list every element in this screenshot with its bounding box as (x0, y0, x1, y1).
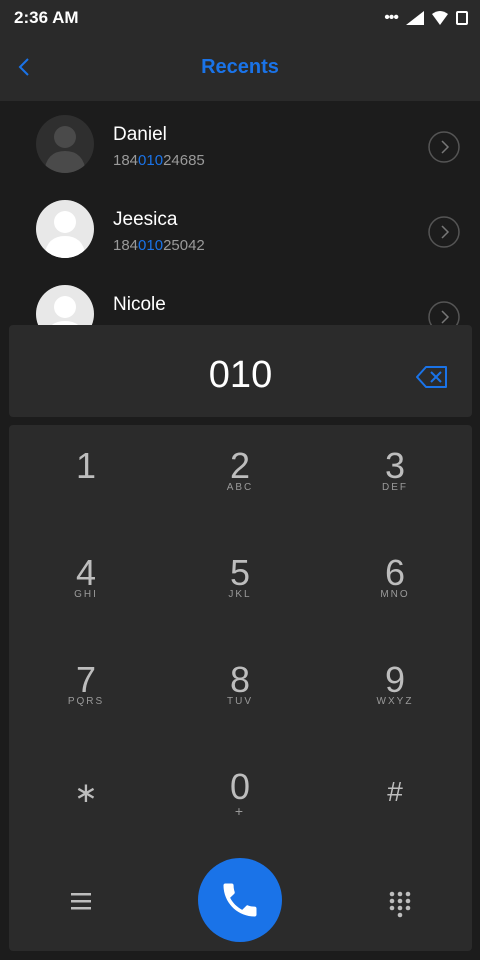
key-2[interactable]: 2 ABC (163, 425, 317, 532)
key-letters: + (234, 803, 246, 819)
key-3[interactable]: 3 DEF (318, 425, 472, 532)
page-title: Recents (201, 56, 279, 78)
key-8[interactable]: 8 TUV (163, 639, 317, 746)
call-button[interactable] (198, 858, 282, 942)
key-9[interactable]: 9 WXYZ (318, 639, 472, 746)
status-time: 2:36 AM (14, 8, 79, 27)
contact-row-jeesica[interactable]: Jeesica 18401025042 (0, 186, 480, 271)
key-letters: PQRS (67, 696, 105, 707)
recents-list: Daniel 18401024685 Jeesica 18401025042 N… (0, 101, 480, 325)
key-6[interactable]: 6 MNO (318, 532, 472, 639)
dialpad-icon[interactable] (388, 890, 412, 918)
chevron-right-circle-icon[interactable] (428, 301, 460, 325)
key-digit: 4 (75, 552, 97, 593)
key-digit: 1 (75, 445, 97, 486)
contact-number: 18401024685 (113, 152, 205, 169)
chevron-right-circle-icon[interactable] (428, 216, 460, 248)
contact-name: Nicole (113, 294, 166, 315)
status-icons: ••• (384, 9, 468, 27)
app-header: Recents (0, 34, 480, 101)
key-letters: TUV (227, 696, 253, 707)
avatar (36, 200, 94, 258)
menu-icon[interactable] (69, 890, 93, 912)
key-digit: 5 (229, 552, 251, 593)
key-star[interactable]: ∗ (9, 746, 163, 853)
backspace-icon[interactable] (416, 365, 448, 389)
wifi-icon (432, 11, 448, 25)
person-icon (36, 200, 94, 258)
key-letters: DEF (382, 482, 408, 493)
key-digit: # (387, 776, 403, 807)
avatar (36, 115, 94, 173)
key-hash[interactable]: # (318, 746, 472, 853)
number-input-panel: 010 (9, 325, 472, 417)
key-digit: 6 (384, 552, 406, 593)
key-5[interactable]: 5 JKL (163, 532, 317, 639)
contact-name: Daniel (113, 124, 167, 145)
key-digit: 8 (229, 659, 251, 700)
signal-icon (406, 11, 424, 25)
battery-icon (456, 11, 468, 25)
key-letters: GHI (74, 589, 98, 600)
key-0[interactable]: 0 + (163, 746, 317, 853)
contact-row-daniel[interactable]: Daniel 18401024685 (0, 101, 480, 186)
key-7[interactable]: 7 PQRS (9, 639, 163, 746)
contact-row-nicole[interactable]: Nicole 18401015678 (0, 271, 480, 325)
contact-number: 18401025042 (113, 237, 205, 254)
key-digit: 7 (75, 659, 97, 700)
key-digit: 3 (384, 445, 406, 486)
avatar (36, 285, 94, 325)
key-1[interactable]: 1 (9, 425, 163, 532)
key-digit: 2 (229, 445, 251, 486)
notification-dots-icon: ••• (384, 9, 399, 26)
key-letters: WXYZ (376, 696, 414, 707)
person-icon (36, 115, 94, 173)
key-digit: 0 (229, 766, 251, 807)
status-bar: 2:36 AM ••• (0, 0, 480, 34)
matched-digits: 010 (138, 237, 164, 254)
matched-digits: 010 (138, 152, 164, 169)
key-letters: JKL (228, 589, 252, 600)
dialed-number[interactable]: 010 (9, 354, 472, 397)
dialer-actions (9, 850, 472, 951)
chevron-right-circle-icon[interactable] (428, 131, 460, 163)
key-letters: ABC (226, 482, 254, 493)
key-digit: 9 (384, 659, 406, 700)
key-4[interactable]: 4 GHI (9, 532, 163, 639)
contact-name: Jeesica (113, 209, 178, 230)
key-letters: MNO (380, 589, 410, 600)
key-digit: ∗ (74, 777, 98, 808)
phone-icon (223, 883, 257, 917)
person-icon (36, 285, 94, 325)
